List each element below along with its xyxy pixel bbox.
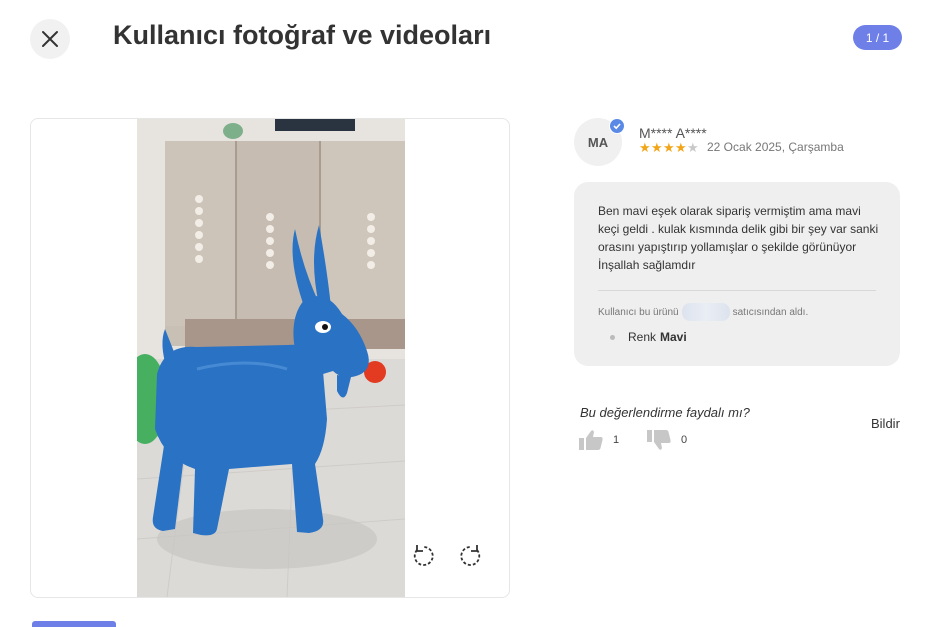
seller-name-blurred [681, 303, 730, 321]
attribute-label: Renk [628, 330, 657, 344]
review-card: Ben mavi eşek olarak sipariş vermiştim a… [574, 182, 900, 366]
divider [598, 290, 876, 291]
page-title: Kullanıcı fotoğraf ve videoları [113, 20, 492, 50]
review-photo[interactable] [137, 119, 405, 597]
verified-badge [609, 118, 625, 134]
media-viewer [30, 118, 510, 598]
star-filled-icon: ★ [663, 140, 675, 155]
helpful-question: Bu değerlendirme faydalı mı? [580, 405, 750, 420]
dislike-count: 0 [681, 434, 688, 446]
star-filled-icon: ★ [639, 140, 651, 155]
like-count: 1 [613, 434, 620, 446]
rotate-left-button[interactable] [411, 543, 437, 569]
star-filled-icon: ★ [651, 140, 663, 155]
star-empty-icon: ★ [687, 140, 699, 155]
verified-check-icon [613, 123, 621, 130]
bottom-button-edge[interactable] [32, 621, 116, 627]
review-date: 22 Ocak 2025, Çarşamba [707, 140, 844, 154]
thumbs-up-icon [579, 430, 603, 450]
rotate-right-icon [460, 545, 481, 566]
media-counter-badge: 1 / 1 [853, 25, 902, 50]
rotate-left-icon [413, 545, 434, 566]
rating-stars: ★ ★ ★ ★ ★ [639, 141, 699, 155]
product-attribute: Renk Mavi [610, 330, 687, 344]
rotate-right-button[interactable] [457, 543, 483, 569]
like-button[interactable]: 1 [578, 429, 619, 451]
review-text: Ben mavi eşek olarak sipariş vermiştim a… [598, 204, 879, 272]
seller-info: Kullanıcı bu ürünü satıcısından aldı. [598, 303, 808, 321]
reviewer-name: M**** A**** [639, 125, 707, 141]
report-link[interactable]: Bildir [871, 416, 900, 431]
close-icon [42, 31, 58, 47]
dislike-button[interactable]: 0 [646, 429, 687, 451]
thumbs-down-icon [647, 430, 671, 450]
close-button[interactable] [30, 19, 70, 59]
bullet-dot [610, 334, 615, 340]
star-filled-icon: ★ [675, 140, 687, 155]
seller-suffix: satıcısından aldı. [732, 306, 809, 318]
attribute-value: Mavi [660, 330, 687, 344]
seller-prefix: Kullanıcı bu ürünü [598, 306, 679, 318]
